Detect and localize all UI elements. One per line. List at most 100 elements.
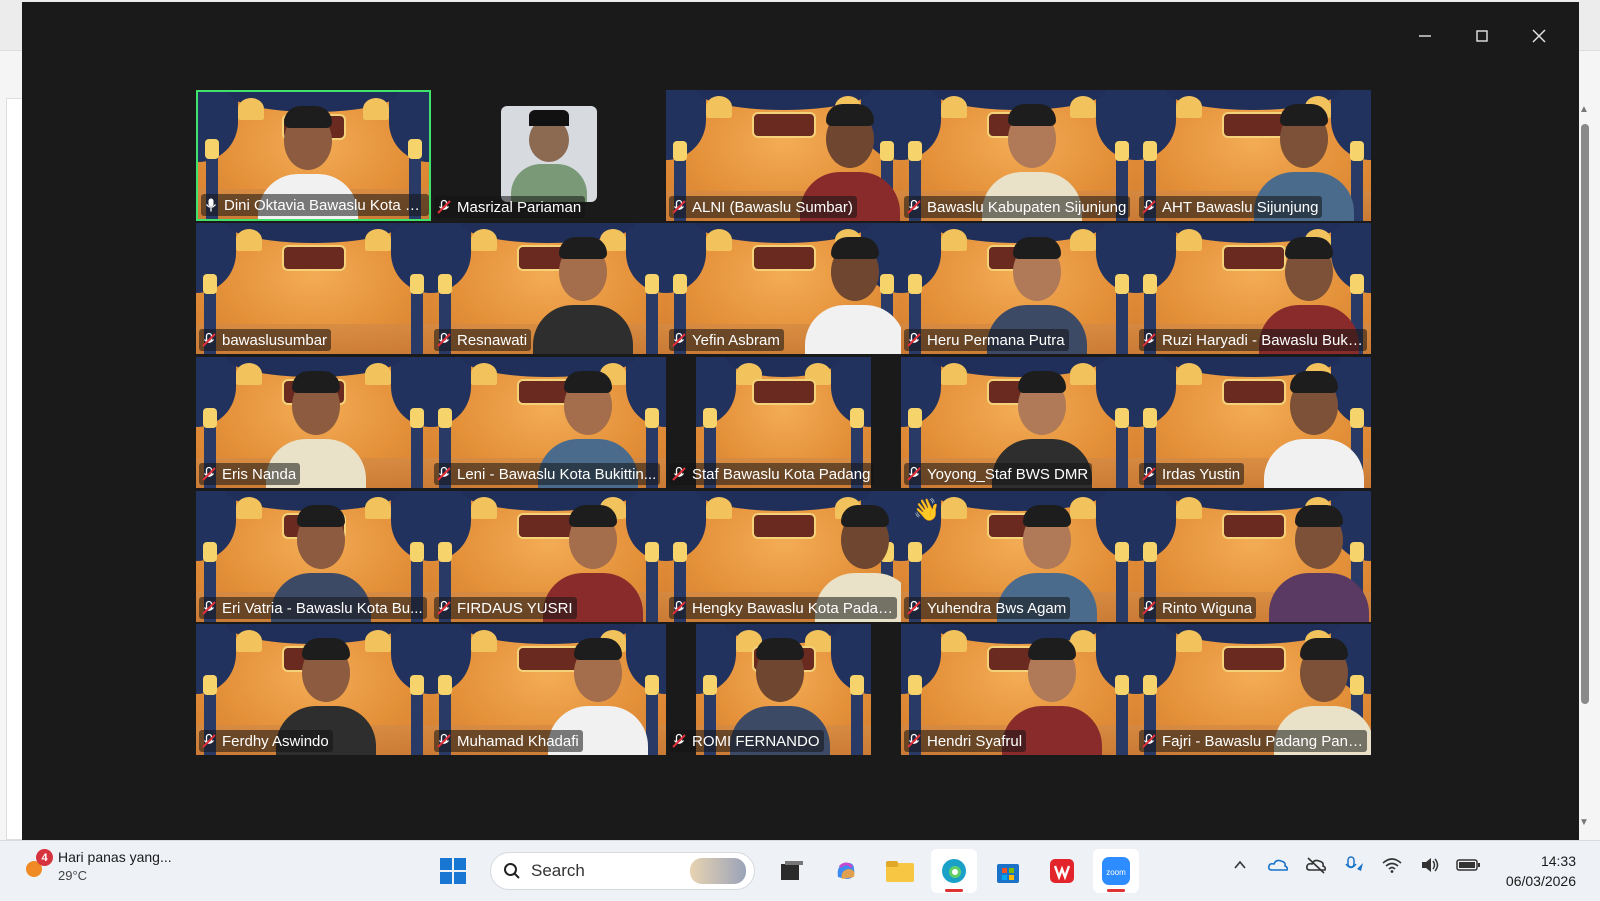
participant-name: Muhamad Khadafi <box>457 732 579 750</box>
participant-tile[interactable]: Ferdhy Aswindo <box>196 624 431 755</box>
muted-microphone-icon <box>907 199 921 214</box>
edge-button[interactable] <box>931 849 977 893</box>
participant-name: Rinto Wiguna <box>1162 599 1253 617</box>
participant-tile[interactable]: Eris Nanda <box>196 357 431 488</box>
weather-widget[interactable]: 4 Hari panas yang... 29°C <box>22 849 172 885</box>
minimize-button[interactable] <box>1396 18 1453 54</box>
file-explorer-button[interactable] <box>877 849 923 893</box>
task-view-icon <box>781 861 803 880</box>
participant-name-tag: Hengky Bawaslu Kota Padang <box>669 597 897 619</box>
participant-tile[interactable]: Hendri Syafrul <box>901 624 1136 755</box>
windows-logo-icon <box>440 858 466 884</box>
participant-tile[interactable]: FIRDAUS YUSRI <box>431 491 666 622</box>
search-label: Search <box>531 861 585 880</box>
participant-tile[interactable]: Yefin Asbram <box>666 223 901 354</box>
muted-microphone-icon <box>1142 466 1156 481</box>
wps-office-button[interactable] <box>1039 849 1085 893</box>
participant-tile[interactable]: Muhamad Khadafi <box>431 624 666 755</box>
close-button[interactable] <box>1510 18 1567 54</box>
participant-tile[interactable]: 👋 Yuhendra Bws Agam <box>901 491 1136 622</box>
participant-name-tag: Eris Nanda <box>199 463 301 485</box>
svg-text:zoom: zoom <box>1106 868 1126 877</box>
muted-microphone-icon <box>1142 199 1156 214</box>
muted-microphone-icon <box>672 466 686 481</box>
participant-video <box>533 223 633 354</box>
participant-name: Yoyong_Staf BWS DMR <box>927 465 1089 483</box>
microphone-icon <box>205 198 217 212</box>
maximize-button[interactable] <box>1453 18 1510 54</box>
participant-name-tag: Yefin Asbram <box>669 329 784 351</box>
battery-button[interactable] <box>1456 853 1480 877</box>
participant-name: ALNI (Bawaslu Sumbar) <box>692 198 853 216</box>
participant-tile[interactable]: Rinto Wiguna <box>1136 491 1371 622</box>
task-view-button[interactable] <box>769 849 815 893</box>
show-hidden-icons-button[interactable] <box>1228 853 1252 877</box>
taskbar-search[interactable]: Search <box>490 852 755 890</box>
participant-name: Bawaslu Kabupaten Sijunjung <box>927 198 1127 216</box>
maximize-icon <box>1475 30 1488 42</box>
participant-tile[interactable]: Hengky Bawaslu Kota Padang <box>666 491 901 622</box>
participant-tile[interactable]: Eri Vatria - Bawaslu Kota Bu... <box>196 491 431 622</box>
zoom-button[interactable]: zoom <box>1093 849 1139 893</box>
microphone-icon <box>1345 856 1363 871</box>
participant-tile[interactable]: Ruzi Haryadi - Bawaslu Buki... <box>1136 223 1371 354</box>
participant-tile[interactable]: Bawaslu Kabupaten Sijunjung <box>901 90 1136 221</box>
scroll-up-icon[interactable]: ▲ <box>1579 104 1589 115</box>
participant-tile[interactable]: ROMI FERNANDO <box>666 624 901 755</box>
participant-name-tag: FIRDAUS YUSRI <box>434 597 577 619</box>
participant-tile[interactable]: AHT Bawaslu Sijunjung <box>1136 90 1371 221</box>
vertical-scrollbar[interactable]: ▲ ▼ <box>1578 100 1592 830</box>
participant-name-tag: Muhamad Khadafi <box>434 730 583 752</box>
system-clock[interactable]: 14:33 06/03/2026 <box>1506 851 1576 891</box>
muted-microphone-icon <box>202 733 216 748</box>
weather-temperature: 29°C <box>58 868 88 883</box>
muted-microphone-icon <box>907 600 921 615</box>
participant-tile[interactable]: Dini Oktavia Bawaslu Kota B... <box>196 90 431 221</box>
participant-tile[interactable]: Masrizal Pariaman <box>431 90 666 221</box>
participant-name: Masrizal Pariaman <box>457 198 582 216</box>
participant-tile[interactable]: Yoyong_Staf BWS DMR <box>901 357 1136 488</box>
copilot-button[interactable] <box>823 849 869 893</box>
chevron-up-icon <box>1234 860 1246 869</box>
microsoft-store-button[interactable] <box>985 849 1031 893</box>
cloud-offline-button[interactable] <box>1304 853 1328 877</box>
participant-tile[interactable]: bawaslusumbar <box>196 223 431 354</box>
participant-tile[interactable]: Leni - Bawaslu Kota Bukittin... <box>431 357 666 488</box>
participant-tile[interactable]: Fajri - Bawaslu Padang Panj... <box>1136 624 1371 755</box>
scrollbar-thumb[interactable] <box>1581 124 1589 704</box>
participant-tile[interactable]: Heru Permana Putra <box>901 223 1136 354</box>
weather-title: Hari panas yang... <box>58 849 172 865</box>
participant-video <box>805 223 901 354</box>
muted-microphone-icon <box>672 600 686 615</box>
participant-tile[interactable]: ALNI (Bawaslu Sumbar) <box>666 90 901 221</box>
participant-name: Eris Nanda <box>222 465 297 483</box>
notification-badge: 4 <box>36 849 53 866</box>
participant-name-tag: Ferdhy Aswindo <box>199 730 333 752</box>
folder-icon <box>886 861 914 882</box>
window-controls <box>1396 18 1567 54</box>
participant-name-tag: Bawaslu Kabupaten Sijunjung <box>904 196 1131 218</box>
microphone-in-use-button[interactable] <box>1342 853 1366 877</box>
participant-name: Fajri - Bawaslu Padang Panj... <box>1162 732 1363 750</box>
participant-name: AHT Bawaslu Sijunjung <box>1162 198 1319 216</box>
volume-button[interactable] <box>1418 853 1442 877</box>
participant-name: Heru Permana Putra <box>927 331 1065 349</box>
participant-name-tag: Hendri Syafrul <box>904 730 1027 752</box>
participant-name-tag: Ruzi Haryadi - Bawaslu Buki... <box>1139 329 1367 351</box>
participant-name-tag: Dini Oktavia Bawaslu Kota B... <box>201 194 429 216</box>
wifi-button[interactable] <box>1380 853 1404 877</box>
muted-microphone-icon <box>437 600 451 615</box>
scroll-down-icon[interactable]: ▼ <box>1579 817 1589 828</box>
participant-tile[interactable]: Resnawati <box>431 223 666 354</box>
participant-name: Resnawati <box>457 331 528 349</box>
muted-microphone-icon <box>672 199 686 214</box>
participant-video <box>1269 491 1369 622</box>
participant-name-tag: ROMI FERNANDO <box>669 730 824 752</box>
participant-name-tag: Heru Permana Putra <box>904 329 1069 351</box>
participant-tile[interactable]: Irdas Yustin <box>1136 357 1371 488</box>
onedrive-button[interactable] <box>1266 853 1290 877</box>
muted-microphone-icon <box>437 199 451 214</box>
muted-microphone-icon <box>672 332 686 347</box>
start-button[interactable] <box>430 849 476 893</box>
participant-tile[interactable]: Staf Bawaslu Kota Padang <box>666 357 901 488</box>
